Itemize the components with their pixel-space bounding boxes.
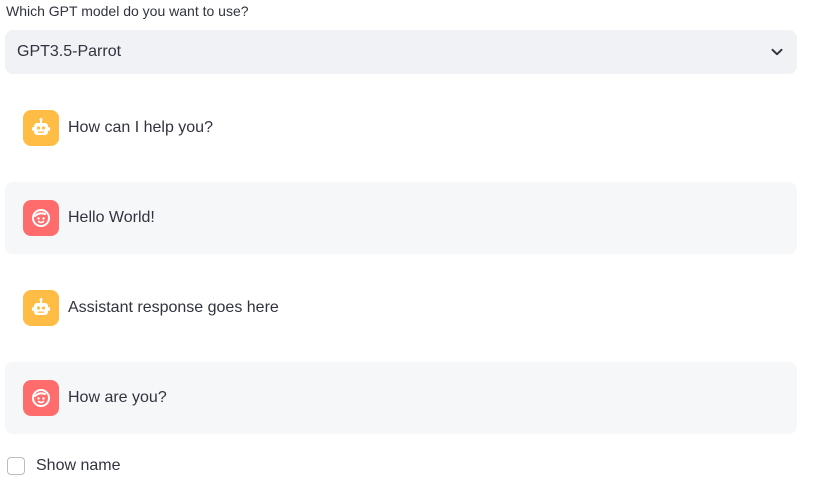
show-name-checkbox[interactable] xyxy=(7,457,25,475)
chat-message-text: How can I help you? xyxy=(68,119,213,136)
model-select-value: GPT3.5-Parrot xyxy=(17,43,122,60)
model-select-label: Which GPT model do you want to use? xyxy=(6,3,249,19)
chat-message-user: How are you? xyxy=(5,362,797,434)
face-icon xyxy=(23,380,59,416)
show-name-label: Show name xyxy=(36,457,121,474)
chevron-down-icon xyxy=(769,44,785,60)
model-select[interactable]: GPT3.5-Parrot xyxy=(5,30,797,74)
chat-message-assistant: How can I help you? xyxy=(5,92,797,164)
face-icon xyxy=(23,200,59,236)
chat-message-text: Hello World! xyxy=(68,209,155,226)
bot-icon xyxy=(23,290,59,326)
show-name-option[interactable]: Show name xyxy=(7,457,121,475)
bot-icon xyxy=(23,110,59,146)
chat-message-user: Hello World! xyxy=(5,182,797,254)
chat-message-assistant: Assistant response goes here xyxy=(5,272,797,344)
chat-message-text: Assistant response goes here xyxy=(68,299,279,316)
chat-message-text: How are you? xyxy=(68,389,167,406)
